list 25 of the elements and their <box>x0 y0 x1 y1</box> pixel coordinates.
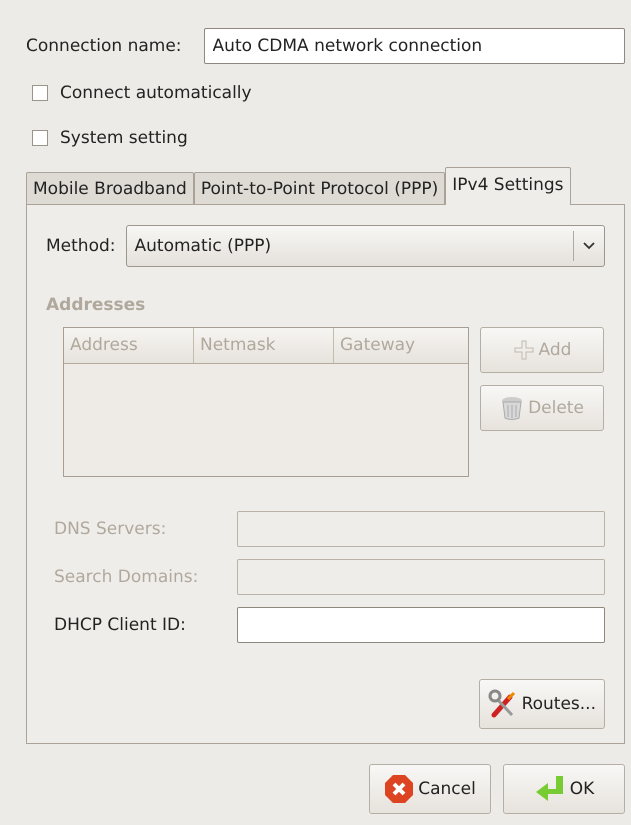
checkbox-label: Connect automatically <box>60 83 252 103</box>
text-field[interactable] <box>237 607 605 643</box>
trash-can-icon <box>500 395 524 421</box>
chevron-down-icon <box>582 241 596 251</box>
plus-icon <box>512 339 535 361</box>
field-label: Search Domains: <box>54 567 198 587</box>
tab[interactable]: Mobile Broadband <box>26 172 194 204</box>
enter-arrow-icon <box>534 774 566 804</box>
checkbox-label: System setting <box>60 128 188 148</box>
routes-button[interactable]: Routes... <box>478 679 605 729</box>
checkbox[interactable] <box>32 130 48 146</box>
tab[interactable]: Point-to-Point Protocol (PPP) <box>194 172 446 204</box>
ok-button[interactable]: OK <box>503 764 625 814</box>
field-label: DHCP Client ID: <box>54 615 186 635</box>
method-label: Method: <box>46 236 116 256</box>
checkbox[interactable] <box>32 85 48 101</box>
connection-name-field[interactable]: Auto CDMA network connection <box>204 28 625 64</box>
cancel-icon <box>384 774 414 804</box>
cancel-button[interactable]: Cancel <box>369 764 491 814</box>
section-heading: Addresses <box>46 295 146 315</box>
connection-name-label: Connection name: <box>26 36 182 56</box>
tools-icon <box>488 689 518 719</box>
tab[interactable]: IPv4 Settings <box>445 167 571 205</box>
field-label: DNS Servers: <box>54 519 166 539</box>
method-dropdown[interactable]: Automatic (PPP) <box>126 225 605 267</box>
